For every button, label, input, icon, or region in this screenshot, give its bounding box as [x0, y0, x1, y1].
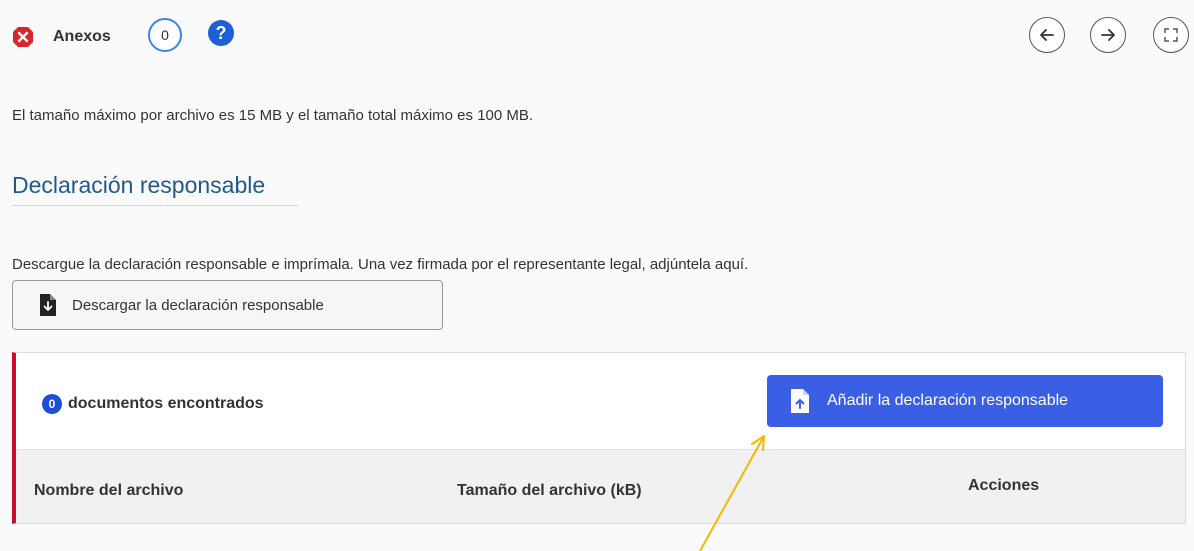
question-icon[interactable]: ? [208, 20, 234, 46]
arrow-right-icon [1101, 29, 1115, 41]
attachments-panel: Anexos 0 ? El tamaño máximo por archivo … [0, 0, 1194, 551]
column-header-file-name[interactable]: Nombre del archivo [34, 482, 183, 500]
file-download-icon [40, 294, 56, 316]
add-button-label: Añadir la declaración responsable [827, 392, 1069, 409]
documents-table: 0 documentos encontrados Añadir la decla… [12, 352, 1186, 524]
download-button-label: Descargar la declaración responsable [72, 296, 324, 314]
table-header-row: Nombre del archivo Tamaño del archivo (k… [16, 449, 1185, 523]
column-header-actions: Acciones [968, 477, 1040, 494]
file-upload-icon [791, 389, 809, 413]
expand-icon [1164, 28, 1178, 42]
documents-toolbar: 0 documentos encontrados Añadir la decla… [16, 353, 1185, 449]
documents-found-label: documentos encontrados [68, 395, 264, 412]
add-declaration-button[interactable]: Añadir la declaración responsable [767, 375, 1163, 427]
file-size-limit-text: El tamaño máximo por archivo es 15 MB y … [12, 107, 534, 124]
forward-button[interactable] [1090, 17, 1126, 53]
attachments-count-badge: 0 [148, 18, 182, 52]
section-header-title: Anexos [53, 28, 111, 45]
section-title: Declaración responsable [12, 172, 298, 206]
documents-count-badge: 0 [42, 394, 62, 414]
close-circle-icon[interactable] [12, 26, 34, 48]
arrow-left-icon [1040, 29, 1054, 41]
expand-button[interactable] [1153, 17, 1189, 53]
column-header-file-size[interactable]: Tamaño del archivo (kB) [457, 482, 642, 500]
back-button[interactable] [1029, 17, 1065, 53]
instructions-text: Descargue la declaración responsable e i… [12, 256, 749, 273]
download-declaration-button[interactable]: Descargar la declaración responsable [12, 280, 443, 330]
